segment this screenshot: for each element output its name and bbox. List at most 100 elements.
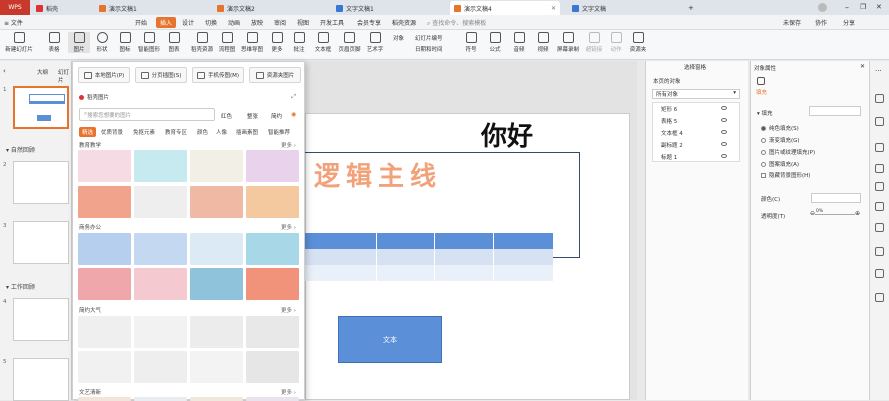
rectangle-shape[interactable]: 文本 [338, 316, 442, 363]
slide-title[interactable]: 你好 [481, 116, 533, 153]
visibility-eye-icon[interactable] [721, 142, 727, 146]
picture-thumb[interactable] [190, 186, 243, 218]
menu-review[interactable]: 审阅 [274, 18, 286, 27]
shape-button[interactable]: 形状 [91, 32, 113, 53]
expand-icon[interactable]: ⤢ [291, 93, 296, 101]
category-edu[interactable]: 教育专区 [165, 128, 187, 136]
more-options-icon[interactable]: ··· [875, 67, 884, 76]
date-time-button[interactable]: 日期和时间 [415, 45, 443, 53]
slide-thumb-3[interactable] [13, 221, 69, 264]
object-item[interactable]: 文本框 4 [661, 129, 683, 137]
new-tab-icon[interactable]: + [688, 4, 694, 12]
visibility-eye-icon[interactable] [721, 106, 727, 110]
close-icon[interactable]: ✕ [551, 5, 556, 12]
pattern-fill-radio[interactable]: 图案填充(A) [761, 160, 799, 168]
picture-thumb[interactable] [134, 397, 187, 401]
comment-button[interactable]: 批注 [288, 32, 310, 53]
menu-animation[interactable]: 动画 [228, 18, 240, 27]
menu-design[interactable]: 设计 [182, 18, 194, 27]
picture-thumb[interactable] [78, 233, 131, 265]
audio-button[interactable]: 音频 [508, 32, 530, 53]
window-close-icon[interactable]: ✕ [876, 3, 882, 11]
video-button[interactable]: 视频 [532, 32, 554, 53]
more-button[interactable]: 更多 [266, 32, 288, 53]
menu-slideshow[interactable]: 放映 [251, 18, 263, 27]
maximize-icon[interactable]: ❐ [860, 3, 866, 11]
tab-docer[interactable]: 稻壳 [32, 1, 87, 15]
picture-thumb[interactable] [78, 397, 131, 401]
tab-ppt4[interactable]: 演示文稿4 ✕ [450, 1, 560, 15]
menu-file[interactable]: ≡ 文件 [4, 18, 23, 27]
visibility-eye-icon[interactable] [721, 154, 727, 158]
menu-insert[interactable]: 插入 [156, 17, 177, 28]
category-illustration[interactable]: 插画素图 [236, 128, 258, 136]
picture-thumb[interactable] [190, 316, 243, 348]
picture-thumb[interactable] [78, 351, 131, 383]
style-icon[interactable] [875, 164, 884, 173]
picture-thumb[interactable] [246, 268, 299, 300]
mindmap-button[interactable]: 思维导图 [240, 32, 264, 53]
sync-status[interactable]: 未保存 [783, 18, 801, 27]
object-item[interactable]: 表格 5 [661, 117, 677, 125]
menu-home[interactable]: 开始 [135, 18, 147, 27]
slide-table[interactable] [304, 233, 553, 281]
slide-number-button[interactable]: 幻灯片编号 [415, 34, 443, 42]
avatar[interactable] [818, 3, 827, 12]
phone-picture-button[interactable]: 手机传图(M) [192, 67, 244, 83]
symbol-button[interactable]: 符号 [460, 32, 482, 53]
picture-thumb[interactable] [134, 351, 187, 383]
more-link[interactable]: 更多 › [281, 306, 296, 314]
picture-thumb[interactable] [134, 150, 187, 182]
wordart-text[interactable]: 逻辑主线 [314, 156, 442, 193]
picture-thumb[interactable] [190, 351, 243, 383]
picture-thumb[interactable] [134, 268, 187, 300]
smartart-button[interactable]: 智能图形 [137, 32, 161, 53]
picture-thumb[interactable] [190, 397, 243, 401]
object-button[interactable]: 对象 [393, 34, 404, 42]
minimize-icon[interactable]: – [845, 3, 849, 12]
section-header[interactable]: ▾ 工作回顾 [6, 282, 35, 291]
picture-thumb[interactable] [78, 316, 131, 348]
slide-thumb-5[interactable] [13, 358, 69, 401]
picture-thumb[interactable] [134, 233, 187, 265]
transparency-slider[interactable] [815, 214, 855, 215]
fill-bucket-icon[interactable] [757, 77, 765, 85]
picture-thumb[interactable] [78, 186, 131, 218]
category-bg[interactable]: 优质背景 [101, 128, 123, 136]
picture-search-input[interactable]: ⌕ 搜索您想要的图片 [79, 108, 215, 121]
picture-thumb[interactable] [190, 268, 243, 300]
minus-icon[interactable]: ⊖ [810, 210, 815, 217]
icon-button[interactable]: 图标 [114, 32, 136, 53]
picture-thumb[interactable] [190, 233, 243, 265]
resource-folder-button[interactable]: 资源夹 [627, 32, 649, 53]
new-slide-button[interactable]: 新建幻灯片 [4, 32, 34, 53]
ai-icon[interactable] [875, 293, 884, 302]
animation-icon[interactable] [875, 143, 884, 152]
color-picker[interactable] [811, 193, 861, 203]
category-color[interactable]: 颜色 [197, 128, 208, 136]
filter-simple[interactable]: 简约 [271, 112, 282, 120]
picture-thumb[interactable] [246, 397, 299, 401]
category-recommend[interactable]: 智能推荐 [268, 128, 290, 136]
slide-thumb-4[interactable] [13, 298, 69, 341]
camera-icon[interactable]: ◉ [291, 111, 296, 118]
docer-resource-button[interactable]: 稻壳资源 [190, 32, 214, 53]
tab-slides[interactable]: 幻灯片 [58, 68, 71, 84]
picture-thumb[interactable] [78, 268, 131, 300]
picture-thumb[interactable] [246, 316, 299, 348]
menu-developer[interactable]: 开发工具 [320, 18, 344, 27]
plus-icon[interactable]: ⊕ [855, 210, 860, 217]
picture-fill-radio[interactable]: 图片或纹理填充(P) [761, 148, 815, 156]
resource-folder-picture-button[interactable]: 资源夹图片 [249, 67, 301, 83]
collab-button[interactable]: 协作 [815, 18, 827, 27]
chart-button[interactable]: 图表 [163, 32, 185, 53]
flowchart-button[interactable]: 流程图 [216, 32, 238, 53]
gear-icon[interactable] [875, 269, 884, 278]
wps-home-button[interactable]: WPS [0, 0, 30, 15]
tab-doc[interactable]: 文字文稿 [568, 1, 626, 15]
fill-section-header[interactable]: ▾ 填充 [757, 109, 773, 117]
picture-thumb[interactable] [246, 233, 299, 265]
tab-outline[interactable]: 大纲 [37, 68, 48, 76]
tab-fill[interactable]: 填充 [756, 88, 767, 96]
visibility-eye-icon[interactable] [721, 130, 727, 134]
